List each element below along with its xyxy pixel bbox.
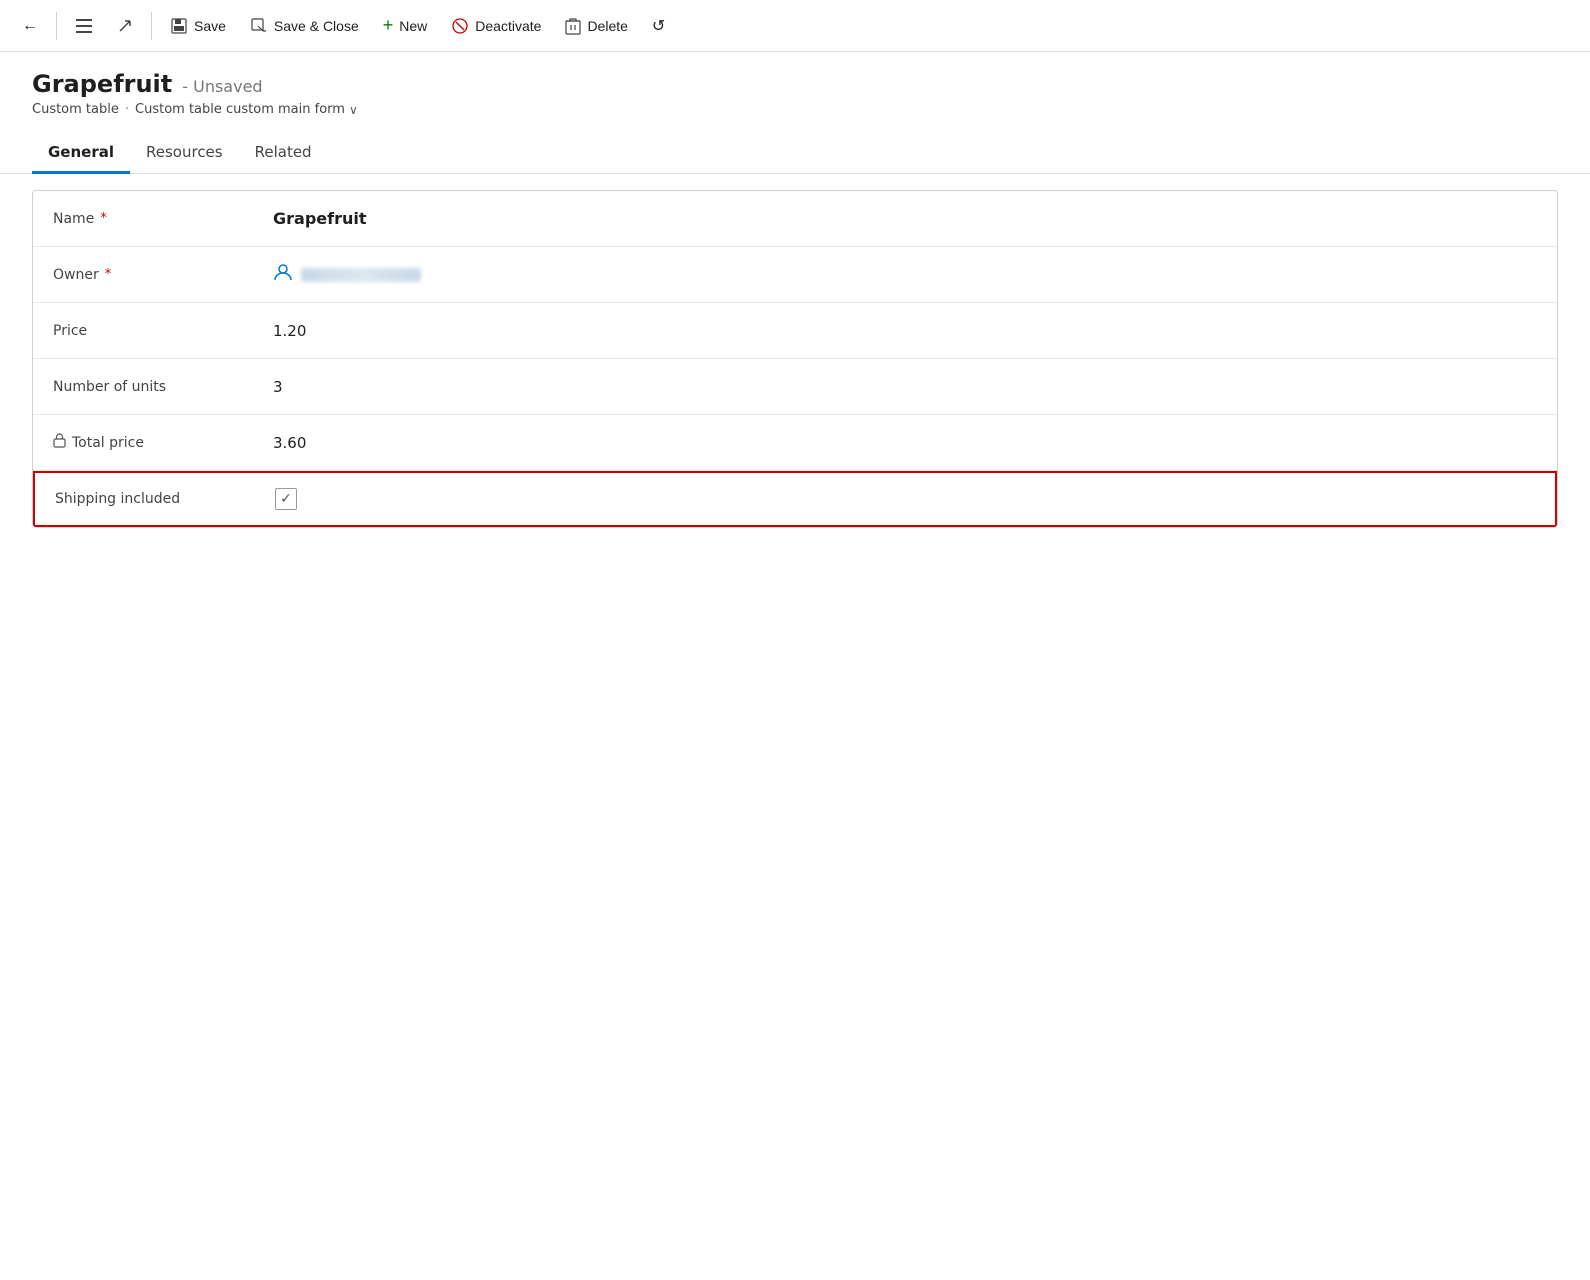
save-label: Save [194,18,226,34]
price-value[interactable]: 1.20 [273,322,1537,340]
owner-value[interactable] [273,262,1537,287]
field-row-price: Price 1.20 [33,303,1557,359]
tab-resources[interactable]: Resources [130,133,239,174]
total-price-label: Total price [53,433,273,452]
field-row-units: Number of units 3 [33,359,1557,415]
refresh-button[interactable]: ↺ [642,10,675,42]
owner-required-star: * [105,267,112,282]
shipping-checkbox-wrapper[interactable]: ✓ [275,488,297,510]
page-header: Grapefruit - Unsaved Custom table · Cust… [0,52,1590,117]
form-container: Name * Grapefruit Owner * Price [0,174,1590,560]
tab-general[interactable]: General [32,133,130,174]
units-label: Number of units [53,379,273,395]
breadcrumb-separator: · [125,102,129,117]
new-label: New [399,18,427,34]
deactivate-label: Deactivate [475,18,541,34]
name-label: Name * [53,211,273,227]
form-card: Name * Grapefruit Owner * Price [32,190,1558,528]
save-close-icon [250,17,268,35]
field-row-owner: Owner * [33,247,1557,303]
deactivate-icon [451,17,469,35]
shipping-label: Shipping included [55,491,275,507]
delete-icon [565,17,581,35]
open-record-button[interactable] [107,12,143,40]
units-value[interactable]: 3 [273,378,1537,396]
breadcrumb-table[interactable]: Custom table [32,102,119,117]
delete-button[interactable]: Delete [555,11,637,41]
save-close-button[interactable]: Save & Close [240,11,369,41]
page-title: Grapefruit [32,70,172,98]
toolbar: ← Save Save & Close + New Deactivate [0,0,1590,52]
open-record-icon [117,18,133,34]
save-icon [170,17,188,35]
owner-label: Owner * [53,267,273,283]
back-icon: ← [22,17,38,35]
list-view-button[interactable] [65,11,103,41]
divider-1 [56,12,57,40]
price-label: Price [53,323,273,339]
save-button[interactable]: Save [160,11,236,41]
save-close-label: Save & Close [274,18,359,34]
field-row-total-price: Total price 3.60 [33,415,1557,471]
name-required-star: * [100,211,107,226]
deactivate-button[interactable]: Deactivate [441,11,551,41]
person-icon [273,262,293,287]
field-row-shipping: Shipping included ✓ [33,471,1557,527]
title-row: Grapefruit - Unsaved [32,70,1558,98]
breadcrumb: Custom table · Custom table custom main … [32,102,1558,117]
breadcrumb-form-label: Custom table custom main form [135,102,345,117]
lock-icon [53,433,66,452]
new-button[interactable]: + New [373,9,438,42]
tab-related[interactable]: Related [239,133,328,174]
delete-label: Delete [587,18,627,34]
name-value[interactable]: Grapefruit [273,209,1537,228]
unsaved-indicator: - Unsaved [182,77,262,96]
refresh-icon: ↺ [652,16,665,36]
new-icon: + [383,15,394,36]
total-price-value: 3.60 [273,434,1537,452]
tabs-bar: General Resources Related [0,133,1590,174]
owner-name-blurred [301,268,421,282]
shipping-value[interactable]: ✓ [275,488,1535,510]
checkbox-check-icon: ✓ [280,491,292,507]
field-row-name: Name * Grapefruit [33,191,1557,247]
divider-2 [151,12,152,40]
chevron-down-icon: ∨ [349,103,358,117]
list-icon [75,17,93,35]
breadcrumb-form-selector[interactable]: Custom table custom main form ∨ [135,102,358,117]
back-button[interactable]: ← [12,11,48,41]
